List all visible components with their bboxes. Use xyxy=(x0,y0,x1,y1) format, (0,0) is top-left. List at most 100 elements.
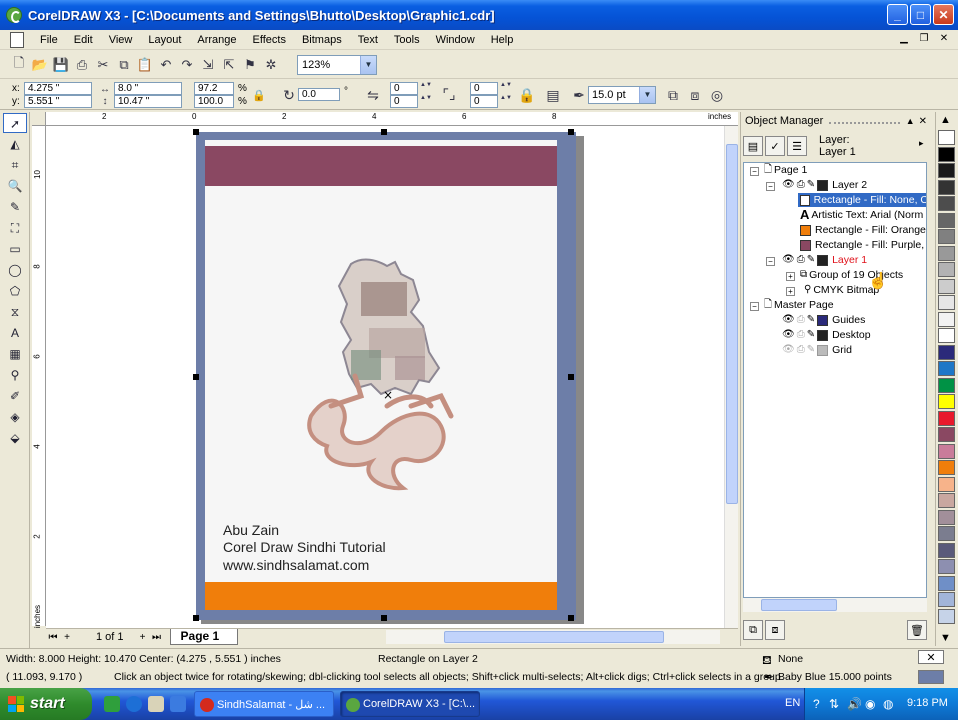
welcome-screen-icon[interactable]: ✲ xyxy=(262,56,280,74)
collapse-icon[interactable]: − xyxy=(766,257,775,266)
lock-ratio-icon[interactable]: 🔒 xyxy=(250,84,268,106)
palette-swatch[interactable] xyxy=(938,146,955,162)
text-tool-icon[interactable]: A xyxy=(3,323,27,343)
interactive-blend-tool-icon[interactable]: ▦ xyxy=(3,344,27,364)
start-button[interactable]: start xyxy=(0,688,92,720)
tray-app-icon[interactable]: ◍ xyxy=(883,697,893,711)
x-position-field[interactable]: 4.275 " xyxy=(24,82,92,95)
palette-swatch[interactable] xyxy=(938,245,955,261)
eyedropper-tool-icon[interactable]: ⚲ xyxy=(3,365,27,385)
tree-artistic-text[interactable]: A Artistic Text: Arial (Norm xyxy=(800,208,923,222)
add-page-before-icon[interactable]: + xyxy=(60,632,74,643)
selection-handle[interactable] xyxy=(381,615,387,621)
tutorial-title-text[interactable]: Corel Draw Sindhi Tutorial xyxy=(223,539,386,555)
taskbar-item-sindhsalamat[interactable]: SindhSalamat - شل ... xyxy=(194,691,334,717)
palette-swatch[interactable] xyxy=(938,361,955,376)
tree-rectangle-fill-none[interactable]: Rectangle - Fill: None, C xyxy=(798,193,926,207)
minimize-button[interactable]: _ xyxy=(887,4,908,25)
corner-round-bottom-right-field[interactable]: 0 xyxy=(470,95,498,108)
palette-swatch[interactable] xyxy=(938,443,955,459)
to-front-icon[interactable]: ⧉ xyxy=(664,84,682,106)
palette-swatch[interactable] xyxy=(938,212,955,228)
drawing-canvas[interactable]: Abu Zain Corel Draw Sindhi Tutorial www.… xyxy=(46,126,724,628)
menu-file[interactable]: File xyxy=(32,34,66,46)
palette-swatch[interactable] xyxy=(938,410,955,426)
menu-help[interactable]: Help xyxy=(483,34,522,46)
palette-scroll-up-icon[interactable]: ▲ xyxy=(940,114,951,126)
basic-shapes-tool-icon[interactable]: ⧖ xyxy=(3,302,27,322)
eye-icon[interactable]: 👁 xyxy=(782,343,795,357)
selection-handle[interactable] xyxy=(568,374,574,380)
quicklaunch-browser-icon[interactable] xyxy=(126,696,142,712)
palette-swatch[interactable] xyxy=(938,377,955,393)
tree-layer-2[interactable]: 👁 ⎙ ✎ Layer 2 xyxy=(782,178,867,192)
expand-icon[interactable]: + xyxy=(786,272,795,281)
width-field[interactable]: 8.0 " xyxy=(114,82,182,95)
palette-swatch[interactable] xyxy=(938,526,955,541)
scale-height-field[interactable]: 100.0 xyxy=(194,95,234,108)
menu-edit[interactable]: Edit xyxy=(66,34,101,46)
expand-icon[interactable]: + xyxy=(786,287,795,296)
palette-swatch[interactable] xyxy=(938,344,955,360)
spin-up-down-icon-3[interactable]: ▲▼ xyxy=(500,82,512,95)
spin-up-down-icon-4[interactable]: ▲▼ xyxy=(500,95,512,108)
menu-tools[interactable]: Tools xyxy=(386,34,428,46)
printer-icon[interactable]: ⎙ xyxy=(797,328,805,342)
print-icon[interactable]: ⎙ xyxy=(73,56,91,74)
ellipse-tool-icon[interactable]: ◯ xyxy=(3,260,27,280)
spin-up-down-icon-2[interactable]: ▲▼ xyxy=(420,95,432,108)
palette-swatch[interactable] xyxy=(938,229,955,244)
printer-icon[interactable]: ⎙ xyxy=(797,343,805,357)
ruler-origin[interactable] xyxy=(32,112,46,126)
quicklaunch-media-icon[interactable] xyxy=(170,696,186,712)
website-text[interactable]: www.sindhsalamat.com xyxy=(223,557,369,573)
menu-layout[interactable]: Layout xyxy=(140,34,189,46)
doc-minimize-icon[interactable]: ▁ xyxy=(896,32,912,46)
palette-scroll-down-icon[interactable]: ▼ xyxy=(940,632,951,644)
document-icon[interactable] xyxy=(10,31,24,48)
docker-menu-icon[interactable]: ▸ xyxy=(919,138,924,149)
eye-icon[interactable]: 👁 xyxy=(782,253,795,267)
edit-across-layers-icon[interactable]: ✓ xyxy=(765,136,785,156)
palette-swatch[interactable] xyxy=(938,328,955,343)
import-icon[interactable]: ⇲ xyxy=(199,56,217,74)
tree-grid[interactable]: 👁 ⎙ ✎ Grid xyxy=(782,343,852,357)
collapse-icon[interactable]: − xyxy=(766,182,775,191)
palette-swatch[interactable] xyxy=(938,163,955,178)
smart-fill-tool-icon[interactable]: ⛶ xyxy=(3,218,27,238)
horizontal-ruler[interactable]: 2 0 2 4 6 8 inches xyxy=(46,112,738,126)
palette-swatch[interactable] xyxy=(938,493,955,508)
layer-manager-view-icon[interactable]: ☰ xyxy=(787,136,807,156)
pencil-icon[interactable]: ✎ xyxy=(807,328,815,342)
eye-icon[interactable]: 👁 xyxy=(782,328,795,342)
menu-effects[interactable]: Effects xyxy=(245,34,294,46)
lock-corners-icon[interactable]: 🔒 xyxy=(518,84,536,106)
doc-restore-icon[interactable]: ❐ xyxy=(916,32,932,46)
palette-swatch[interactable] xyxy=(938,262,955,277)
pencil-icon[interactable]: ✎ xyxy=(807,343,815,357)
docker-close-icon[interactable]: ✕ xyxy=(919,116,927,127)
palette-swatch[interactable] xyxy=(938,559,955,574)
palette-swatch[interactable] xyxy=(938,394,955,409)
palette-swatch[interactable] xyxy=(938,509,955,525)
spin-up-down-icon[interactable]: ▲▼ xyxy=(420,82,432,95)
tray-volume-icon[interactable]: 🔊 xyxy=(847,697,862,711)
selection-handle[interactable] xyxy=(193,129,199,135)
close-button[interactable]: ✕ xyxy=(933,4,954,25)
new-layer-icon[interactable]: ⧉ xyxy=(743,620,763,640)
pencil-icon[interactable]: ✎ xyxy=(807,178,815,192)
selection-handle[interactable] xyxy=(193,615,199,621)
palette-swatch[interactable] xyxy=(938,608,955,624)
copy-icon[interactable]: ⧉ xyxy=(115,56,133,74)
tree-desktop[interactable]: 👁 ⎙ ✎ Desktop xyxy=(782,328,871,342)
no-fill-swatch-icon[interactable]: ✕ xyxy=(918,650,944,664)
tree-rectangle-fill-purple[interactable]: Rectangle - Fill: Purple, C xyxy=(800,238,926,252)
mirror-icon[interactable]: ⇋ xyxy=(364,84,382,106)
y-position-field[interactable]: 5.551 " xyxy=(24,95,92,108)
freehand-tool-icon[interactable]: ✎ xyxy=(3,197,27,217)
doc-close-icon[interactable]: ✕ xyxy=(936,32,952,46)
pick-tool-icon[interactable]: ➚ xyxy=(3,113,27,133)
height-field[interactable]: 10.47 " xyxy=(114,95,182,108)
palette-swatch[interactable] xyxy=(938,295,955,310)
docker-collapse-icon[interactable]: ▲ xyxy=(906,116,915,126)
